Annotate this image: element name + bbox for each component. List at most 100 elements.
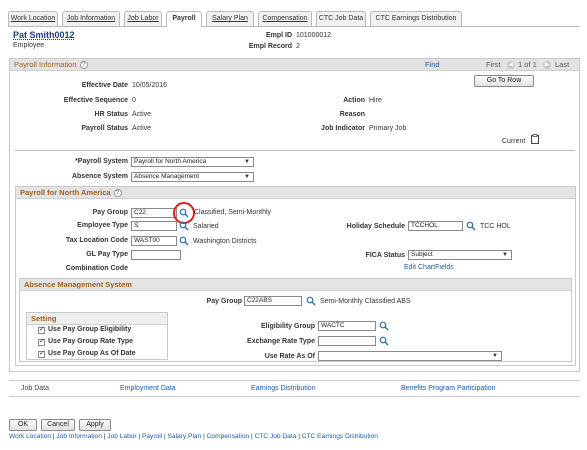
tab-job-labor[interactable]: Job Labor (124, 11, 162, 26)
chevron-down-icon: ▼ (244, 174, 250, 180)
pay-group-input[interactable]: C22 (131, 208, 177, 218)
tab-label: CTC Earnings Distribution (375, 15, 457, 22)
use-rate-as-of-select[interactable]: ▼ (318, 351, 502, 361)
panel-title: Absence Management System (24, 280, 132, 289)
use-pay-group-rate-type-checkbox[interactable] (38, 337, 45, 346)
payroll-status-value: Active (132, 125, 152, 132)
pay-group-label: Pay Group (92, 209, 128, 216)
tab-payroll[interactable]: Payroll (166, 11, 202, 27)
help-icon[interactable]: ? (113, 189, 122, 198)
tab-label: Payroll (172, 15, 196, 22)
tab-label: Compensation (262, 15, 308, 22)
pay-group-description: Classified, Semi-Monthly (194, 209, 272, 216)
payroll-system-select[interactable]: Payroll for North America ▼ (131, 157, 254, 167)
job-data-link[interactable]: Job Data (21, 385, 49, 392)
clipboard-icon (531, 134, 539, 144)
apply-button[interactable]: Apply (79, 419, 111, 431)
tax-location-description: Washington Districts (193, 238, 257, 245)
holiday-schedule-input[interactable]: TCCHOL (408, 221, 463, 231)
search-icon[interactable] (179, 236, 189, 246)
chevron-down-icon: ▼ (502, 252, 508, 258)
hr-status-value: Active (132, 111, 152, 118)
use-pay-group-eligibility-checkbox[interactable] (38, 325, 45, 334)
employee-type-label: Employee Type (77, 222, 128, 229)
search-icon[interactable] (179, 221, 189, 231)
select-value: Absence Management (134, 173, 200, 180)
chevron-down-icon: ▼ (244, 159, 250, 165)
tab-job-information[interactable]: Job Information (62, 11, 120, 26)
employee-type-input[interactable]: S (131, 221, 177, 231)
eligibility-group-input[interactable]: WACTC (318, 321, 376, 331)
find-link[interactable]: Find (425, 59, 440, 71)
payroll-status-label: Payroll Status (81, 125, 128, 132)
chevron-down-icon: ▼ (492, 353, 498, 359)
hr-status-label: HR Status (94, 111, 128, 118)
tab-label: Work Location (10, 15, 56, 22)
empl-record-label: Empl Record (248, 43, 292, 50)
search-icon[interactable] (306, 296, 316, 306)
select-value: Payroll for North America (134, 158, 207, 165)
absence-system-select[interactable]: Absence Management ▼ (131, 172, 254, 182)
tab-compensation[interactable]: Compensation (258, 11, 312, 26)
use-rate-as-of-label: Use Rate As Of (264, 353, 315, 360)
action-value: Hire (369, 97, 382, 104)
edit-chartfields-link[interactable]: Edit ChartFields (404, 264, 454, 271)
panel-title: Setting (31, 314, 57, 323)
employment-data-link[interactable]: Employment Data (120, 385, 176, 392)
fica-status-select[interactable]: Subject ▼ (408, 250, 512, 260)
use-pay-group-as-of-date-checkbox[interactable] (38, 349, 45, 358)
use-pay-group-eligibility-label: Use Pay Group Eligibility (48, 326, 132, 333)
tab-label: Job Labor (127, 15, 159, 22)
first-link[interactable]: First (486, 59, 501, 71)
previous-icon[interactable]: ◀ (507, 61, 515, 69)
tab-label: CTC Job Data (318, 15, 364, 22)
effective-date-value: 10/05/2016 (132, 82, 168, 89)
reason-label: Reason (339, 111, 365, 118)
exchange-rate-type-input[interactable] (318, 336, 376, 346)
gl-pay-type-label: GL Pay Type (86, 251, 128, 258)
help-icon[interactable]: ? (79, 61, 88, 70)
tab-salary-plan[interactable]: Salary Plan (206, 11, 254, 26)
absence-pay-group-description: Semi-Monthly Classified ABS (320, 298, 411, 305)
effective-sequence-label: Effective Sequence (63, 97, 128, 104)
footer-link-job-labor[interactable]: Job Labor (107, 433, 136, 440)
ok-button[interactable]: OK (9, 419, 37, 431)
divider (15, 150, 575, 151)
cancel-button[interactable]: Cancel (41, 419, 75, 431)
fica-status-label: FICA Status (365, 252, 405, 259)
tax-location-input[interactable]: WAST00 (131, 236, 177, 246)
absence-management-header: Absence Management System (20, 279, 571, 291)
panel-title: Payroll for North America (20, 188, 111, 197)
gl-pay-type-input[interactable] (131, 250, 181, 260)
go-to-row-button[interactable]: Go To Row (474, 75, 534, 87)
job-indicator-value: Primary Job (369, 125, 407, 132)
current-label: Current (502, 138, 526, 145)
tab-ctc-earnings-distribution[interactable]: CTC Earnings Distribution (370, 11, 462, 26)
tab-divider (8, 26, 580, 27)
job-indicator-label: Job Indicator (321, 125, 365, 132)
payroll-information-header: Payroll Information? Find First ◀ 1 of 1… (10, 59, 579, 71)
footer-link-work-location[interactable]: Work Location (9, 433, 51, 440)
footer-link-salary-plan[interactable]: Salary Plan (168, 433, 202, 440)
last-link[interactable]: Last (555, 59, 569, 71)
earnings-distribution-link[interactable]: Earnings Distribution (251, 385, 316, 392)
tab-work-location[interactable]: Work Location (8, 11, 58, 26)
exchange-rate-type-label: Exchange Rate Type (247, 338, 315, 345)
use-pay-group-rate-type-label: Use Pay Group Rate Type (48, 338, 134, 345)
empl-id-value: 101000012 (296, 32, 332, 39)
search-icon[interactable] (379, 336, 389, 346)
search-icon[interactable] (379, 321, 389, 331)
footer-link-ctc-earnings-distribution[interactable]: CTC Earnings Distribution (302, 433, 378, 440)
employee-name[interactable]: Pat Smith0012 (13, 30, 75, 40)
combination-code-label: Combination Code (65, 265, 128, 272)
footer-link-payroll[interactable]: Payroll (142, 433, 162, 440)
benefits-program-participation-link[interactable]: Benefits Program Participation (401, 385, 496, 392)
next-icon[interactable]: ▶ (543, 61, 551, 69)
tab-ctc-job-data[interactable]: CTC Job Data (316, 11, 366, 26)
search-icon[interactable] (466, 221, 476, 231)
payroll-north-america-header: Payroll for North America? (16, 187, 575, 199)
footer-link-compensation[interactable]: Compensation (207, 433, 250, 440)
footer-link-job-information[interactable]: Job Information (56, 433, 101, 440)
footer-link-ctc-job-data[interactable]: CTC Job Data (255, 433, 297, 440)
select-value: Subject (411, 251, 433, 258)
